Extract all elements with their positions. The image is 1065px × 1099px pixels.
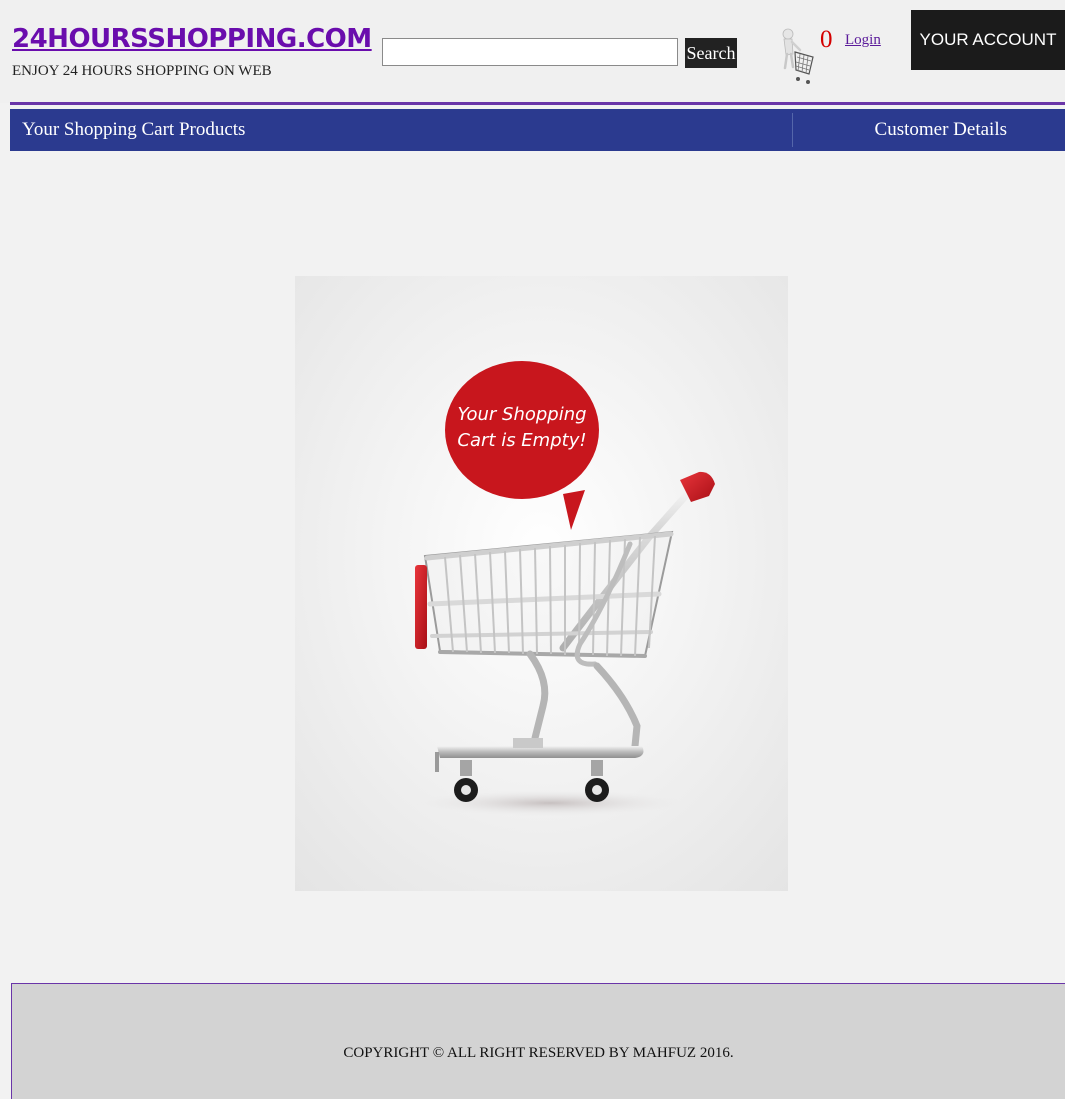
login-link[interactable]: Login <box>845 33 881 48</box>
empty-message-line2: Cart is Empty! <box>457 430 586 451</box>
shopping-cart-person-icon[interactable] <box>776 24 816 88</box>
cart-count-badge: 0 <box>820 26 833 53</box>
empty-cart-illustration: Your Shopping Cart is Empty! <box>295 276 788 891</box>
site-tagline: ENJOY 24 HOURS SHOPPING ON WEB <box>12 63 272 79</box>
search-input[interactable] <box>382 38 678 66</box>
nav-divider <box>792 113 793 147</box>
your-account-button[interactable]: YOUR ACCOUNT <box>911 10 1065 70</box>
site-logo[interactable]: 24HOURSSHOPPING.COM <box>12 26 372 52</box>
site-footer: COPYRIGHT © ALL RIGHT RESERVED BY MAHFUZ… <box>11 983 1065 1099</box>
header-divider <box>10 102 1065 105</box>
site-header: 24HOURSSHOPPING.COM ENJOY 24 HOURS SHOPP… <box>0 0 1065 103</box>
copyright-text: COPYRIGHT © ALL RIGHT RESERVED BY MAHFUZ… <box>343 1045 734 1061</box>
nav-customer-details[interactable]: Customer Details <box>875 109 1007 151</box>
empty-message-line1: Your Shopping <box>457 404 586 425</box>
cart-nav-bar: Your Shopping Cart Products Customer Det… <box>10 109 1065 151</box>
search-button[interactable]: Search <box>685 38 737 68</box>
nav-cart-products[interactable]: Your Shopping Cart Products <box>22 109 245 151</box>
